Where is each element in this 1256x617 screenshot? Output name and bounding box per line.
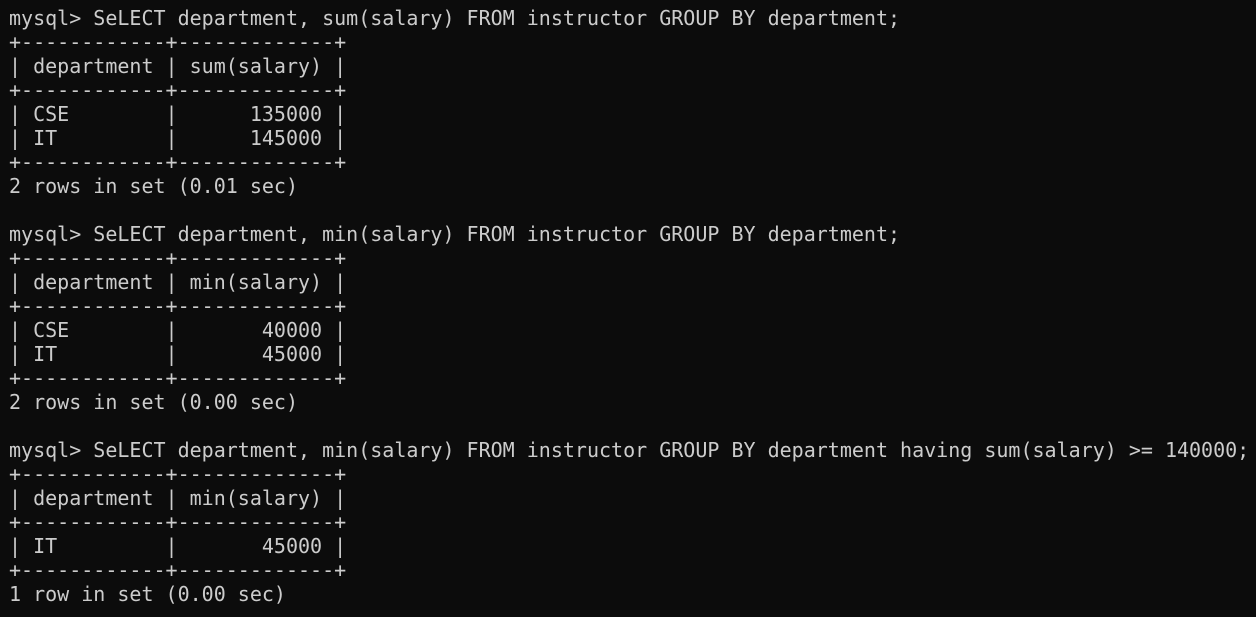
table-border: +------------+-------------+ <box>9 558 347 582</box>
result-summary: 2 rows in set (0.01 sec) <box>9 174 298 198</box>
table-border: +------------+-------------+ <box>9 78 347 102</box>
table-header-row: | department | min(salary) | <box>9 486 347 510</box>
table-header-row: | department | min(salary) | <box>9 270 347 294</box>
table-border: +------------+-------------+ <box>9 366 347 390</box>
table-border: +------------+-------------+ <box>9 246 347 270</box>
table-row: | CSE | 135000 | <box>9 102 347 126</box>
table-border: +------------+-------------+ <box>9 294 347 318</box>
table-row: | CSE | 40000 | <box>9 318 347 342</box>
terminal-window[interactable]: mysql> SeLECT department, sum(salary) FR… <box>0 0 1256 617</box>
table-border: +------------+-------------+ <box>9 510 347 534</box>
result-summary: 1 row in set (0.00 sec) <box>9 582 286 606</box>
table-row: | IT | 45000 | <box>9 534 347 558</box>
table-border: +------------+-------------+ <box>9 150 347 174</box>
sql-command-line: mysql> SeLECT department, sum(salary) FR… <box>9 6 901 30</box>
table-row: | IT | 145000 | <box>9 126 347 150</box>
table-header-row: | department | sum(salary) | <box>9 54 347 78</box>
table-border: +------------+-------------+ <box>9 462 347 486</box>
result-summary: 2 rows in set (0.00 sec) <box>9 390 298 414</box>
table-border: +------------+-------------+ <box>9 30 347 54</box>
sql-command-line: mysql> SeLECT department, min(salary) FR… <box>9 222 901 246</box>
table-row: | IT | 45000 | <box>9 342 347 366</box>
sql-command-line: mysql> SeLECT department, min(salary) FR… <box>9 438 1250 462</box>
